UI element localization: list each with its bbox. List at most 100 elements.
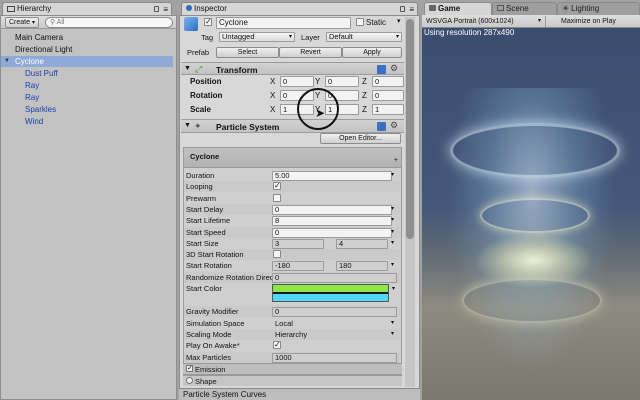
axis-label-x[interactable]: X — [270, 77, 275, 86]
ps-row: Scaling Mode Hierarchy ▾ — [184, 329, 400, 340]
ps-row-range-field[interactable]: -180 — [272, 261, 324, 272]
tab-scene-label: Scene — [506, 4, 529, 13]
search-input[interactable]: ⚲ All — [45, 17, 173, 28]
prefab-select-label: Select — [237, 49, 258, 56]
module-label-shape: Shape — [195, 377, 217, 386]
inspector-scrollbar-thumb[interactable] — [406, 19, 414, 239]
gear-icon[interactable]: ⚙ — [390, 120, 398, 131]
hierarchy-item[interactable]: Ray — [1, 92, 173, 103]
hierarchy-panel: Create ▾ ⚲ All Main Camera Directional Li… — [0, 15, 177, 400]
tab-inspector[interactable]: Inspector ≡ — [181, 2, 418, 15]
chevron-down-icon[interactable]: ▾ — [391, 228, 394, 235]
axis-label-y[interactable]: Y — [315, 77, 320, 86]
layer-dropdown[interactable]: Default ▾ — [326, 32, 402, 42]
transform-z-field[interactable]: 0 — [372, 90, 404, 101]
prefab-select-button[interactable]: Select — [216, 47, 279, 58]
ps-row-label: 3D Start Rotation — [186, 250, 244, 260]
resolution-dropdown[interactable]: WSVGA Portrait (600x1024) ▾ — [424, 16, 542, 27]
module-shape[interactable]: Shape — [183, 375, 402, 386]
ps-row-checkbox[interactable] — [273, 193, 281, 202]
chevron-down-icon[interactable]: ▾ — [391, 205, 394, 212]
prefab-apply-button[interactable]: Apply — [342, 47, 402, 58]
hierarchy-item[interactable]: Sparkles — [1, 104, 173, 115]
ps-row-field[interactable]: 8 — [272, 216, 392, 227]
chevron-down-icon[interactable]: ▾ — [391, 239, 394, 246]
hierarchy-item[interactable]: ▼ Cyclone — [1, 56, 173, 67]
tab-lighting[interactable]: ☀ Lighting — [557, 2, 640, 15]
ps-row-field[interactable]: 0 — [272, 227, 392, 238]
particle-system-header[interactable]: ▼ ✦ Particle System ⚙ — [181, 119, 404, 133]
transform-y-field[interactable]: 0 — [325, 76, 359, 87]
tab-game[interactable]: Game — [424, 2, 492, 15]
chevron-down-icon[interactable]: ▾ — [391, 261, 394, 268]
hierarchy-item[interactable]: Dust Puff — [1, 68, 173, 79]
transform-z-field[interactable]: 1 — [372, 104, 404, 115]
chevron-down-icon: ▾ — [288, 34, 292, 40]
maximize-on-play-toggle[interactable]: Maximize on Play — [545, 16, 640, 27]
hierarchy-item[interactable]: Main Camera — [1, 32, 173, 43]
prefab-apply-label: Apply — [363, 49, 381, 56]
ps-row-label: Simulation Space — [186, 318, 245, 328]
inspector-scrollbar[interactable] — [405, 17, 415, 387]
axis-label-z[interactable]: Z — [362, 77, 367, 86]
ps-row-field[interactable]: 5.00 — [272, 171, 392, 181]
foldout-arrow-icon[interactable]: ▼ — [4, 56, 10, 67]
axis-label-z[interactable]: Z — [362, 91, 367, 100]
search-icon: ⚲ — [50, 19, 56, 26]
chevron-down-icon[interactable]: ▾ — [392, 285, 395, 292]
chevron-down-icon[interactable]: ▾ — [391, 319, 394, 326]
chevron-down-icon[interactable]: ▾ — [391, 330, 394, 337]
ps-row-value: 0 — [275, 272, 280, 282]
open-editor-button[interactable]: Open Editor... — [320, 133, 401, 144]
tag-dropdown[interactable]: Untagged ▾ — [219, 32, 295, 42]
static-checkbox[interactable] — [356, 18, 364, 26]
tab-hierarchy[interactable]: Hierarchy ≡ — [2, 2, 172, 15]
game-viewport[interactable]: Using resolution 287x490 — [422, 28, 640, 400]
axis-label-z[interactable]: Z — [362, 105, 367, 114]
start-color-gradient[interactable] — [272, 284, 389, 302]
object-name-field[interactable]: Cyclone — [216, 17, 351, 29]
chevron-down-icon[interactable]: ▾ — [391, 216, 394, 223]
ps-row-dropdown[interactable]: Hierarchy — [272, 330, 392, 340]
chevron-down-icon[interactable]: ▾ — [391, 171, 394, 178]
ps-row-range-field[interactable]: 180 — [336, 261, 388, 272]
ps-row-field[interactable]: 0 — [272, 272, 397, 283]
ps-row-label: Start Lifetime — [186, 216, 231, 226]
lock-icon[interactable] — [400, 6, 405, 12]
chevron-down-icon[interactable]: ▾ — [397, 17, 401, 25]
create-button-label: Create — [9, 19, 31, 26]
ps-row-field[interactable]: 0 — [272, 204, 392, 215]
prefab-revert-button[interactable]: Revert — [279, 47, 342, 58]
transform-z-field[interactable]: 0 — [372, 76, 404, 87]
transform-header[interactable]: ▼ ⤢ Transform ⚙ — [181, 62, 404, 75]
transform-x-field[interactable]: 0 — [280, 76, 314, 87]
help-book-icon[interactable] — [377, 65, 386, 74]
ps-row-field[interactable]: 0 — [272, 307, 397, 318]
prefab-label: Prefab — [187, 48, 210, 57]
ps-row-label: Randomize Rotation Direc — [186, 272, 274, 282]
module-checkbox-shape[interactable] — [186, 377, 193, 384]
help-book-icon[interactable] — [377, 122, 386, 131]
add-module-icon[interactable]: + — [394, 157, 398, 164]
ps-row: Max Particles 1000 — [184, 352, 400, 363]
hierarchy-item[interactable]: Ray — [1, 80, 173, 91]
curves-panel-header: Particle System Curves — [179, 388, 420, 400]
hierarchy-item[interactable]: Wind — [1, 116, 173, 127]
ps-row-dropdown[interactable]: Local — [272, 319, 392, 329]
tab-scene[interactable]: Scene — [492, 2, 557, 15]
hierarchy-item[interactable]: Directional Light — [1, 44, 173, 55]
ps-row-checkbox[interactable] — [273, 250, 281, 259]
axis-label-x[interactable]: X — [270, 91, 275, 100]
ps-row-field[interactable]: 1000 — [272, 352, 397, 363]
ps-row-checkbox[interactable]: ✓ — [273, 182, 281, 191]
module-checkbox-emission[interactable]: ✓ — [186, 365, 193, 372]
ps-row-checkbox[interactable]: ✓ — [273, 341, 281, 350]
lock-icon[interactable] — [154, 6, 159, 12]
ps-row-range-field[interactable]: 3 — [272, 238, 324, 249]
ps-row-range-field[interactable]: 4 — [336, 238, 388, 249]
active-checkbox[interactable]: ✓ — [204, 18, 212, 26]
create-button[interactable]: Create ▾ — [5, 17, 39, 28]
module-emission[interactable]: ✓ Emission — [183, 363, 402, 374]
gear-icon[interactable]: ⚙ — [390, 63, 398, 74]
axis-label-x[interactable]: X — [270, 105, 275, 114]
